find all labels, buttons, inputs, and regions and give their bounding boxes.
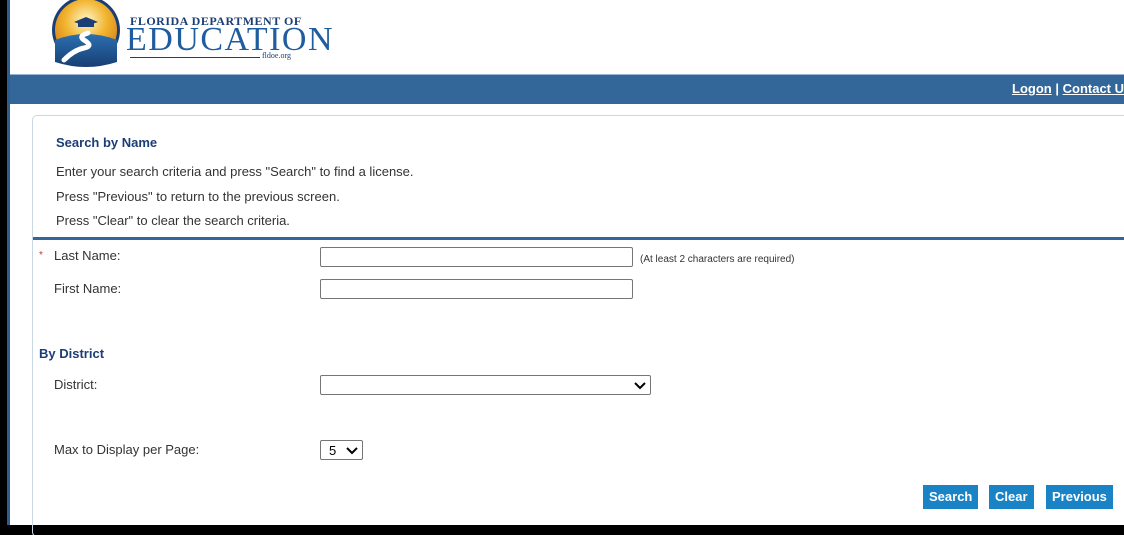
- required-marker: *: [39, 250, 43, 261]
- fldoe-seal-icon: [52, 0, 120, 67]
- district-section-title: By District: [39, 346, 105, 361]
- max-display-select[interactable]: 5: [320, 440, 363, 460]
- panel-divider: [33, 237, 1124, 240]
- logon-link[interactable]: Logon: [1012, 81, 1052, 96]
- last-name-label: Last Name:: [54, 248, 121, 263]
- max-display-selected-value: 5: [329, 443, 337, 458]
- panel-title: Search by Name: [56, 135, 158, 150]
- clear-button[interactable]: Clear: [989, 485, 1034, 509]
- chevron-down-icon: [346, 447, 358, 455]
- nav-bar: Logon | Contact U: [10, 74, 1124, 104]
- nav-separator: |: [1055, 81, 1059, 96]
- fldoe-logo[interactable]: FLORIDA DEPARTMENT OF EDUCATION fldoe.or…: [44, 0, 333, 74]
- contact-link[interactable]: Contact U: [1063, 81, 1124, 96]
- district-select[interactable]: [320, 375, 651, 395]
- instruction-line: Enter your search criteria and press "Se…: [56, 164, 414, 179]
- logo-site: fldoe.org: [262, 51, 291, 60]
- first-name-label: First Name:: [54, 281, 122, 296]
- instruction-line: Press "Previous" to return to the previo…: [56, 189, 340, 204]
- last-name-field[interactable]: [320, 247, 633, 267]
- logo-rule: [130, 57, 260, 58]
- browser-frame: FLORIDA DEPARTMENT OF EDUCATION fldoe.or…: [0, 0, 1124, 535]
- district-label: District:: [54, 377, 98, 392]
- logo-title-line2: EDUCATION: [126, 21, 335, 58]
- nav-links: Logon | Contact U: [1012, 81, 1124, 96]
- instruction-line: Press "Clear" to clear the search criter…: [56, 213, 290, 228]
- first-name-field[interactable]: [320, 279, 633, 299]
- chevron-down-icon: [634, 382, 646, 390]
- last-name-hint: (At least 2 characters are required): [640, 254, 795, 265]
- search-button[interactable]: Search: [923, 485, 979, 509]
- max-display-label: Max to Display per Page:: [54, 442, 200, 457]
- previous-button[interactable]: Previous: [1046, 485, 1113, 509]
